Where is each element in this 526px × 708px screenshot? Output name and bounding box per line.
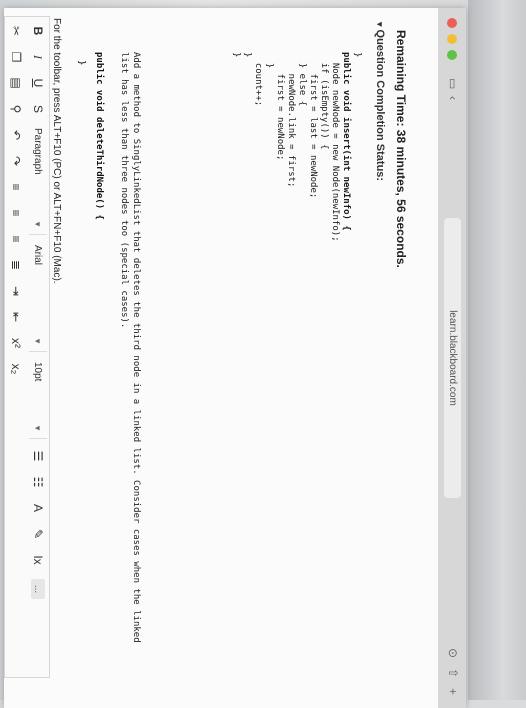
question-prompt: Add a method to SinglyLinkedList that de…	[119, 52, 141, 643]
new-tab-icon[interactable]: +	[446, 688, 460, 695]
strikethrough-button[interactable]: S	[28, 96, 48, 122]
code-line: }	[264, 52, 274, 69]
subscript-button[interactable]: x₂	[6, 356, 26, 382]
redo-button[interactable]: ↷	[6, 148, 26, 174]
clear-format-button[interactable]: Ix	[28, 547, 48, 573]
paste-button[interactable]: ▤	[6, 70, 26, 96]
indent-button[interactable]: ⇥	[6, 278, 26, 304]
size-select[interactable]: 10pt ▼	[29, 356, 47, 439]
code-line: first = last = newNode;	[308, 52, 318, 199]
chevron-down-icon: ▾	[375, 22, 385, 27]
chevron-down-icon: ▼	[33, 337, 43, 345]
undo-button[interactable]: ↶	[6, 122, 26, 148]
superscript-button[interactable]: x²	[6, 330, 26, 356]
highlight-button[interactable]: ✎	[28, 521, 48, 547]
code-line: Node newNode = new Node(newInfo);	[330, 52, 340, 242]
find-button[interactable]: ⚲	[6, 96, 26, 122]
quiz-page: Remaining Time: 38 minutes, 56 seconds. …	[4, 8, 438, 708]
chevron-down-icon: ▼	[33, 220, 43, 228]
underline-button[interactable]: U	[28, 70, 48, 96]
minimize-window-icon[interactable]	[447, 34, 457, 44]
toolbar-row-2: ✂ ❐ ▤ ⚲ ↶ ↷ ≡ ≡ ≡ ≣ ⇥ ⇤ x² x₂	[6, 18, 26, 668]
code-line: }	[231, 52, 241, 58]
cut-button[interactable]: ✂	[6, 18, 26, 44]
justify-button[interactable]: ≣	[6, 252, 26, 278]
align-center-button[interactable]: ≡	[6, 200, 26, 226]
outdent-button[interactable]: ⇤	[6, 304, 26, 330]
chevron-down-icon: ▼	[33, 424, 43, 432]
zoom-window-icon[interactable]	[447, 50, 457, 60]
closing-brace: }	[76, 60, 86, 66]
text-color-button[interactable]: A	[28, 495, 48, 521]
code-line: public void insert(int newInfo) {	[341, 52, 351, 231]
font-select-value: Arial	[32, 245, 44, 266]
laptop-bezel	[468, 0, 526, 700]
align-right-button[interactable]: ≡	[6, 226, 26, 252]
laptop-screen: ▭ ‹ learn.blackboard.com ⊙ ⇧ + Remaining…	[4, 8, 466, 708]
numbered-list-button[interactable]: ☷	[28, 469, 48, 495]
align-left-button[interactable]: ≡	[6, 174, 26, 200]
method-signature: public void deleteThirdNode() {	[94, 52, 104, 220]
copy-button[interactable]: ❐	[6, 44, 26, 70]
back-icon[interactable]: ‹	[446, 96, 460, 100]
toolbar-row-1: BIUS Paragraph ▼ Arial ▼ 10pt ▼ ☰ ☷ A ✎ Ix...	[28, 18, 48, 668]
code-block: } public void insert(int newInfo) { Node…	[230, 52, 362, 612]
code-line: if (isEmpty()) {	[319, 52, 329, 150]
paragraph-select[interactable]: Paragraph ▼	[29, 122, 47, 235]
sidebar-icon[interactable]: ▭	[446, 78, 460, 89]
download-icon[interactable]: ⊙	[446, 648, 460, 658]
paragraph-select-value: Paragraph	[32, 128, 44, 175]
code-line: count++;	[253, 52, 263, 107]
size-select-value: 10pt	[32, 362, 44, 382]
code-line: }	[352, 52, 362, 58]
code-line: } else {	[297, 52, 307, 107]
bullet-list-button[interactable]: ☰	[28, 443, 48, 469]
more-options-button[interactable]: ...	[31, 579, 45, 599]
bold-button[interactable]: B	[28, 18, 48, 44]
status-label: Question Completion Status:	[374, 29, 386, 182]
font-select[interactable]: Arial ▼	[29, 239, 47, 352]
toolbar-hint: For the toolbar, press ALT+F10 (PC) or A…	[51, 18, 62, 284]
share-icon[interactable]: ⇧	[446, 668, 460, 678]
address-bar[interactable]: learn.blackboard.com	[444, 218, 461, 498]
italic-button[interactable]: I	[28, 44, 48, 70]
code-line: }	[242, 52, 252, 58]
remaining-time: Remaining Time: 38 minutes, 56 seconds.	[394, 30, 408, 268]
code-line: newNode.link = first;	[286, 52, 296, 188]
close-window-icon[interactable]	[447, 18, 457, 28]
completion-status[interactable]: ▾ Question Completion Status:	[374, 22, 386, 181]
browser-toolbar: ▭ ‹ learn.blackboard.com ⊙ ⇧ +	[437, 8, 466, 708]
code-line: first = newNode;	[275, 52, 285, 161]
